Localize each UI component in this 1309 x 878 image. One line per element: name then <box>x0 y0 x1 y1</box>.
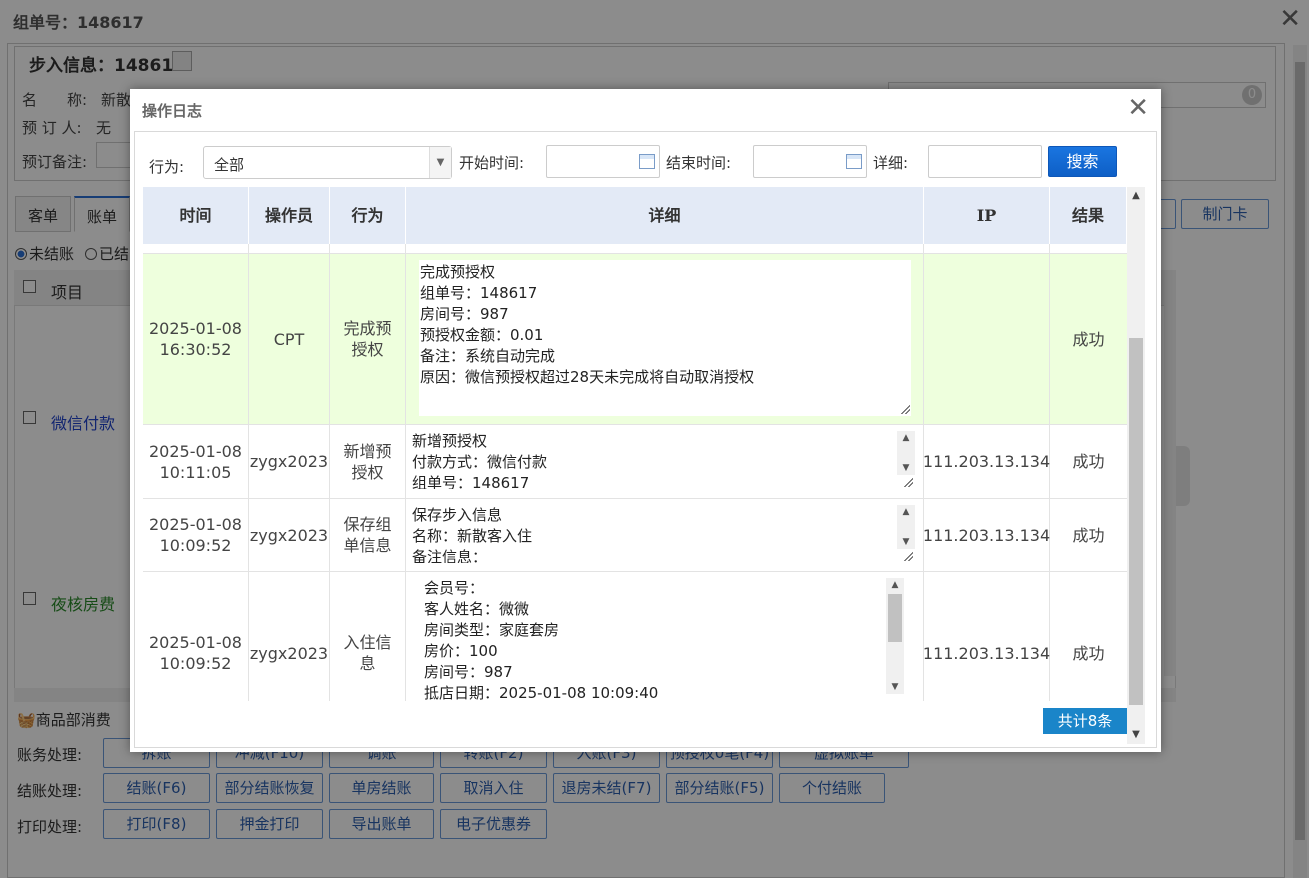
col-action: 行为 <box>330 187 406 244</box>
calendar-icon[interactable] <box>846 154 862 169</box>
cell <box>143 244 249 253</box>
action-filter-label: 行为: <box>149 158 185 176</box>
cell <box>330 244 406 253</box>
operation-log-dialog: 操作日志 ✕ 行为: 全部 ▼ 开始时间: 结束时间: 详细: 搜索 时间 操作… <box>130 89 1161 752</box>
time-cell: 2025-01-08 10:09:52 <box>143 499 249 571</box>
dialog-vscrollbar[interactable]: ▲ ▼ <box>1127 187 1145 744</box>
dialog-title: 操作日志 <box>142 102 203 120</box>
cell <box>249 244 330 253</box>
start-time-label: 开始时间: <box>459 154 525 172</box>
end-time-input[interactable] <box>753 145 867 178</box>
resize-grip-icon[interactable] <box>903 551 913 561</box>
textarea-scrollbar[interactable]: ▲ ▼ <box>897 505 915 549</box>
textarea-scrollbar-thumb[interactable] <box>888 594 902 642</box>
cell <box>406 244 924 253</box>
total-count-badge: 共计8条 <box>1043 708 1127 734</box>
action-cell: 新增预 授权 <box>330 425 406 498</box>
result-cell: 成功 <box>1072 643 1105 663</box>
textarea-scrollbar[interactable]: ▲ ▼ <box>897 431 915 475</box>
action-select[interactable]: 全部 ▼ <box>203 146 452 179</box>
detail-filter-input[interactable] <box>928 145 1042 178</box>
ip-cell: 111.203.13.134 <box>923 425 1050 498</box>
action-cell: 完成预 授权 <box>330 254 406 424</box>
scroll-up-icon[interactable]: ▲ <box>897 431 915 445</box>
scroll-down-icon[interactable]: ▼ <box>1127 726 1145 744</box>
scroll-down-icon[interactable]: ▼ <box>897 535 915 549</box>
scroll-up-icon[interactable]: ▲ <box>897 505 915 519</box>
cell <box>924 244 1050 253</box>
time-cell: 2025-01-08 16:30:52 <box>143 254 249 424</box>
resize-grip-icon[interactable] <box>903 477 913 487</box>
result-cell: 成功 <box>1072 452 1105 471</box>
col-operator: 操作员 <box>249 187 330 244</box>
col-result: 结果 <box>1050 187 1127 244</box>
scroll-up-icon[interactable]: ▲ <box>886 578 904 592</box>
table-row[interactable]: 2025-01-08 16:30:52 CPT 完成预 授权 成功 完成预授权 … <box>143 254 1127 425</box>
detail-textarea[interactable]: 保存步入信息 名称：新散客入住 备注信息： <box>412 505 897 563</box>
scroll-down-icon[interactable]: ▼ <box>897 461 915 475</box>
search-button[interactable]: 搜索 <box>1048 146 1117 177</box>
table-row[interactable]: 2025-01-08 10:09:52 zygx2023 入住信 息 111.2… <box>143 572 1127 701</box>
action-cell: 入住信 息 <box>330 572 406 701</box>
col-ip: IP <box>924 187 1050 244</box>
table-row <box>143 244 1127 254</box>
time-cell: 2025-01-08 10:11:05 <box>143 425 249 498</box>
time-cell: 2025-01-08 10:09:52 <box>143 572 249 701</box>
close-icon[interactable]: ✕ <box>1127 93 1149 123</box>
resize-grip-icon[interactable] <box>900 404 910 414</box>
result-cell: 成功 <box>1072 329 1105 349</box>
start-time-input[interactable] <box>546 145 660 178</box>
scroll-up-icon[interactable]: ▲ <box>1127 187 1145 205</box>
operator-cell: CPT <box>249 254 330 424</box>
log-table: 时间 操作员 行为 详细 IP 结果 2025-01-08 16:30:52 C… <box>143 187 1127 701</box>
detail-filter-label: 详细: <box>873 154 909 172</box>
ip-cell <box>924 254 1050 424</box>
action-cell: 保存组 单信息 <box>330 499 406 571</box>
detail-textarea[interactable]: 完成预授权 组单号：148617 房间号：987 预授权金额：0.01 备注：系… <box>419 260 911 416</box>
dialog-header: 操作日志 ✕ <box>130 89 1161 129</box>
operator-cell: zygx2023 <box>249 499 330 571</box>
end-time-label: 结束时间: <box>666 154 732 172</box>
calendar-icon[interactable] <box>639 154 655 169</box>
chevron-down-icon[interactable]: ▼ <box>429 147 451 178</box>
textarea-scrollbar[interactable]: ▲ ▼ <box>886 578 904 694</box>
ip-cell: 111.203.13.134 <box>923 572 1050 701</box>
action-select-value: 全部 <box>214 156 245 174</box>
col-detail: 详细 <box>406 187 924 244</box>
table-row[interactable]: 2025-01-08 10:11:05 zygx2023 新增预 授权 111.… <box>143 425 1127 499</box>
table-row[interactable]: 2025-01-08 10:09:52 zygx2023 保存组 单信息 111… <box>143 499 1127 572</box>
detail-textarea[interactable]: 新增预授权 付款方式：微信付款 组单号：148617 <box>412 431 897 489</box>
detail-textarea[interactable]: 会员号： 客人姓名：微微 房间类型：家庭套房 房价：100 房间号：987 抵店… <box>424 578 887 701</box>
col-time: 时间 <box>143 187 249 244</box>
dialog-vscrollbar-thumb[interactable] <box>1129 338 1143 705</box>
result-cell: 成功 <box>1072 525 1105 545</box>
operator-cell: zygx2023 <box>249 425 330 498</box>
operator-cell: zygx2023 <box>249 572 330 701</box>
scroll-down-icon[interactable]: ▼ <box>886 680 904 694</box>
ip-cell: 111.203.13.134 <box>923 499 1050 571</box>
